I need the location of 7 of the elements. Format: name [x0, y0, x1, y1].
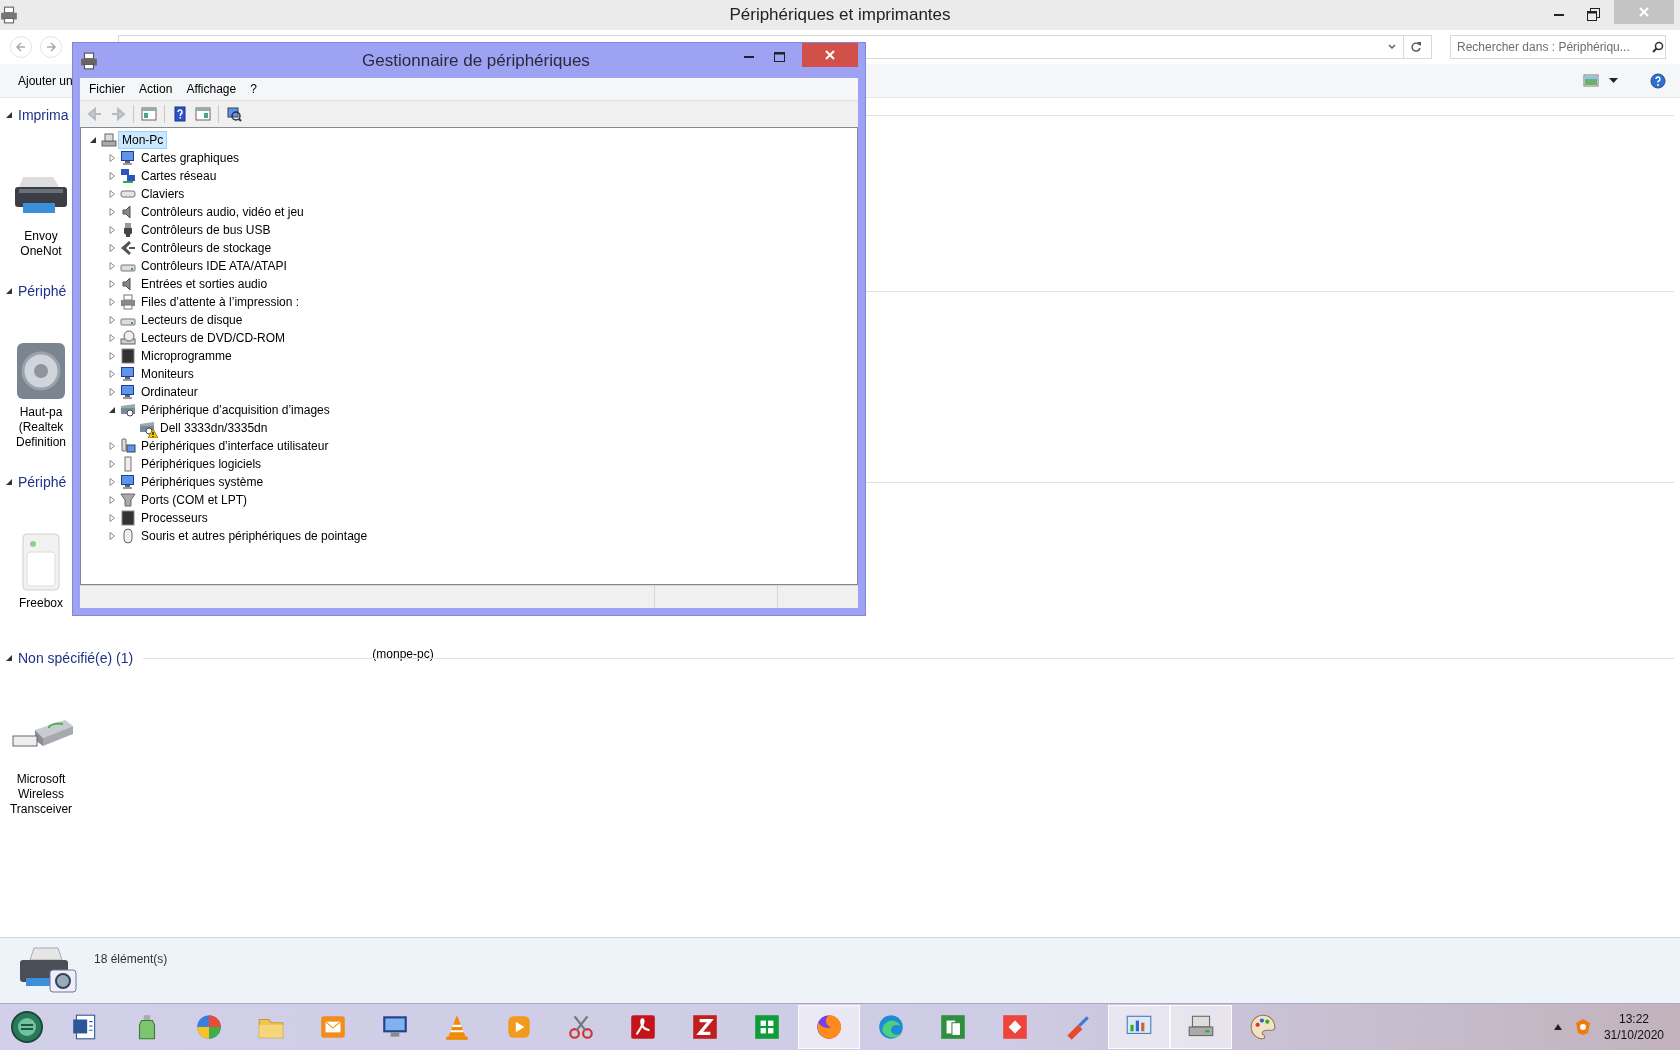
group-title: Périphé: [18, 474, 67, 490]
window-title: Périphériques et imprimantes: [728, 5, 952, 25]
group-title: Périphé: [18, 283, 67, 299]
item-count: 18 élément(s): [94, 951, 168, 968]
dialog-title: Gestionnaire de périphériques: [361, 50, 591, 71]
group-title: Non spécifié(e) (1): [18, 650, 134, 666]
group-title: Imprima: [18, 107, 69, 123]
